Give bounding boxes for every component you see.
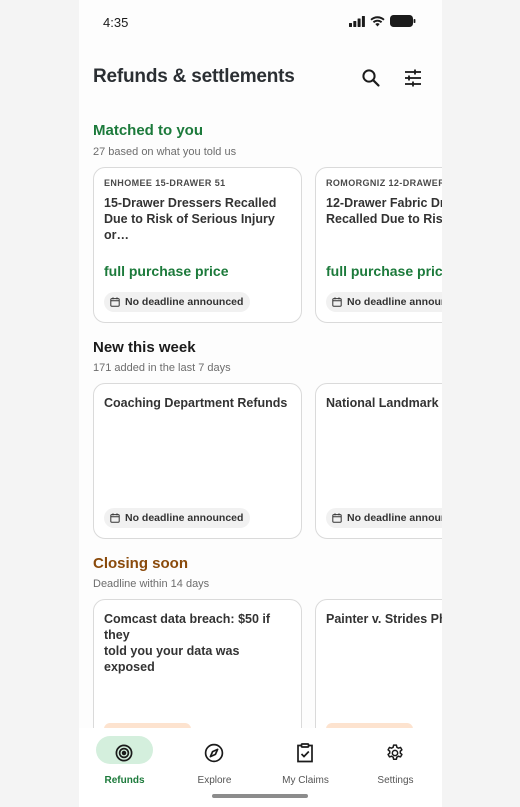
card-title: Comcast data breach: $50 if they told yo… [104, 612, 271, 674]
section-title-new: New this week [93, 339, 196, 356]
section-title-matched: Matched to you [93, 122, 204, 139]
refund-card[interactable]: Painter v. Strides Ph [315, 599, 442, 728]
section-subtitle-closing: Deadline within 14 days [93, 578, 210, 590]
wifi-icon [370, 15, 385, 26]
refund-card[interactable]: Comcast data breach: $50 if they told yo… [93, 599, 302, 728]
section-subtitle-new: 171 added in the last 7 days [93, 362, 231, 374]
card-title: 12-Drawer Fabric Dr Recalled Due to Risk [326, 196, 442, 226]
nav-label: Explore [197, 775, 232, 786]
card-title: Coaching Department Refunds [104, 396, 288, 410]
nav-settings[interactable]: Settings [364, 736, 434, 786]
nav-label: My Claims [282, 775, 329, 786]
calendar-icon [110, 513, 120, 523]
card-kicker: ROMORGNIZ 12-DRAWER [326, 178, 442, 188]
page-header: Refunds & settlements [93, 64, 428, 92]
deadline-chip: No deadline announ [326, 292, 442, 312]
chip-label: No deadline announ [347, 296, 442, 308]
chip-label: No deadline announ [347, 512, 442, 524]
chip-label: No deadline announced [125, 296, 244, 308]
refund-card[interactable]: ROMORGNIZ 12-DRAWER 12-Drawer Fabric Dr … [315, 167, 442, 323]
card-amount: full purchase price [326, 263, 442, 279]
card-title: National Landmark F [326, 396, 442, 410]
refund-card[interactable]: ENHOMEE 15-DRAWER 51 15-Drawer Dressers … [93, 167, 302, 323]
deadline-chip: No deadline announ [326, 508, 442, 528]
battery-icon [390, 15, 416, 27]
gear-icon [384, 742, 406, 764]
card-kicker: ENHOMEE 15-DRAWER 51 [104, 178, 226, 188]
page-title: Refunds & settlements [93, 66, 295, 87]
nav-label: Refunds [104, 775, 145, 786]
card-title: 15-Drawer Dressers Recalled Due to Risk … [104, 196, 277, 242]
card-amount: full purchase price [104, 263, 229, 279]
status-bar: 4:35 [79, 0, 442, 44]
app-screen: 4:35 Refunds & settlements Matched to yo… [79, 0, 442, 807]
nav-label: Settings [377, 775, 414, 786]
tune-icon [405, 69, 421, 87]
section-subtitle-matched: 27 based on what you told us [93, 146, 237, 158]
closing-carousel[interactable]: Comcast data breach: $50 if they told yo… [93, 599, 442, 728]
search-icon [362, 69, 380, 87]
calendar-icon [110, 297, 120, 307]
deadline-chip: No deadline announced [104, 508, 251, 528]
target-icon [113, 742, 135, 764]
search-button[interactable] [359, 66, 383, 90]
signal-icon [349, 15, 365, 27]
card-title: Painter v. Strides Ph [326, 612, 442, 626]
calendar-icon [332, 513, 342, 523]
chip-label: No deadline announced [125, 512, 244, 524]
status-time: 4:35 [103, 15, 129, 30]
status-icons [349, 15, 416, 27]
refund-card[interactable]: Coaching Department Refunds No deadline … [93, 383, 302, 539]
clipboard-check-icon [294, 742, 316, 764]
filter-button[interactable] [401, 66, 425, 90]
refund-card[interactable]: National Landmark F No deadline announ [315, 383, 442, 539]
calendar-icon [332, 297, 342, 307]
nav-my-claims[interactable]: My Claims [274, 736, 344, 786]
compass-icon [203, 742, 225, 764]
matched-carousel[interactable]: ENHOMEE 15-DRAWER 51 15-Drawer Dressers … [93, 167, 442, 323]
deadline-chip: No deadline announced [104, 292, 251, 312]
nav-refunds[interactable]: Refunds [93, 736, 163, 786]
section-title-closing: Closing soon [93, 555, 188, 572]
new-carousel[interactable]: Coaching Department Refunds No deadline … [93, 383, 442, 539]
home-indicator [212, 794, 308, 798]
nav-explore[interactable]: Explore [183, 736, 253, 786]
